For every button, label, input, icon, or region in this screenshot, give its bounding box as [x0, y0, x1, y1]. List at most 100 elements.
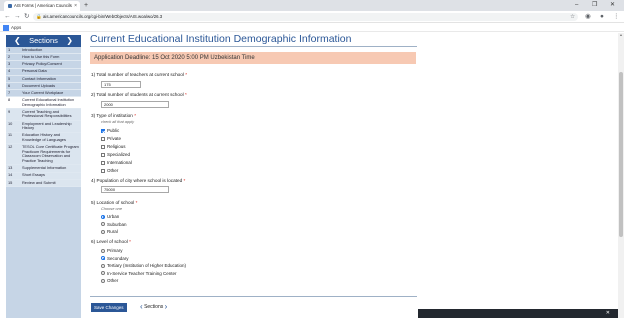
- sidebar-item-label: How to Use this Form: [22, 53, 60, 59]
- checkbox[interactable]: [101, 152, 105, 157]
- radio-button[interactable]: [101, 271, 105, 275]
- radio-button[interactable]: [101, 248, 105, 253]
- radio-button[interactable]: [101, 278, 105, 283]
- radio-button[interactable]: [101, 222, 105, 226]
- sidebar-item-number: 6: [8, 82, 11, 88]
- checkbox[interactable]: [101, 128, 105, 133]
- page-scrollbar-thumb[interactable]: [619, 72, 623, 237]
- sidebar-item-number: 10: [8, 120, 13, 126]
- footer-divider: [90, 296, 417, 297]
- institution-type-option[interactable]: Other: [101, 168, 118, 173]
- population-input[interactable]: 75000: [101, 186, 169, 193]
- institution-type-option-label: Religious: [107, 144, 126, 149]
- required-marker: *: [183, 178, 186, 183]
- address-bar[interactable]: 🔒 ais.americancouncils.org/cgi-bin/WebOb…: [33, 13, 578, 21]
- checkbox[interactable]: [101, 144, 105, 149]
- browser-tab-title: AIS Forms | American Councils: [14, 3, 72, 8]
- radio-button[interactable]: [101, 229, 105, 234]
- question-institution-type-label: 3) Type of institution: [91, 113, 133, 118]
- school-level-option-label: Other: [107, 278, 119, 283]
- sections-sidebar: ❮ Sections ❯ 1 Introduction 2 How to Use th…: [6, 35, 81, 318]
- apps-grid-icon[interactable]: [3, 25, 9, 31]
- checkbox[interactable]: [101, 136, 105, 141]
- sidebar-item-section-8[interactable]: 8 Current Educational Institution Demogra…: [6, 97, 81, 110]
- sections-prev-chevron-icon[interactable]: ❮: [14, 35, 21, 47]
- radio-button[interactable]: [101, 214, 105, 219]
- institution-type-hint: check all that apply: [101, 119, 135, 124]
- institution-type-option[interactable]: Religious: [101, 144, 126, 149]
- location-option-label: Rural: [107, 229, 118, 234]
- site-favicon-icon: [8, 4, 12, 8]
- sidebar-item-number: 5: [8, 75, 11, 81]
- deadline-banner: Application Deadline: 15 Oct 2020 5:00 P…: [90, 52, 416, 64]
- teachers-count-input[interactable]: 175: [101, 81, 141, 88]
- required-marker: *: [185, 72, 188, 77]
- sidebar-item-section-11[interactable]: 11 Education History and Knowledge of Lan…: [6, 132, 81, 145]
- next-section-chevron-icon[interactable]: ›: [165, 302, 168, 311]
- save-changes-button[interactable]: Save Changes: [91, 303, 127, 312]
- sidebar-item-section-9[interactable]: 9 Current Teaching and Professional Respo…: [6, 109, 81, 121]
- maximize-window-icon[interactable]: ❐: [592, 0, 597, 11]
- radio-button[interactable]: [101, 256, 105, 260]
- location-option[interactable]: Urban: [101, 214, 119, 219]
- sections-header: ❮ Sections ❯: [6, 35, 81, 47]
- close-tab-icon[interactable]: ×: [74, 1, 77, 11]
- close-window-icon[interactable]: ✕: [610, 0, 615, 11]
- institution-type-option[interactable]: International: [101, 160, 132, 165]
- extension-icon[interactable]: ◉: [585, 11, 591, 23]
- close-bar-icon[interactable]: ✕: [606, 309, 610, 318]
- sidebar-item-number: 11: [8, 132, 13, 138]
- browser-tab[interactable]: AIS Forms | American Councils ×: [4, 1, 80, 11]
- institution-type-option[interactable]: Private: [101, 136, 121, 141]
- sidebar-item-label: TESOL Core Certificate Program Practicum…: [22, 144, 79, 164]
- forward-arrow-icon[interactable]: →: [14, 11, 21, 23]
- location-option-label: Urban: [107, 214, 120, 219]
- page-title: Current Educational Institution Demograp…: [90, 33, 352, 45]
- school-level-option[interactable]: Other: [101, 278, 118, 283]
- school-level-option[interactable]: Secondary: [101, 256, 129, 261]
- question-school-level-label: 6) Level of school: [91, 239, 128, 244]
- radio-button[interactable]: [101, 263, 105, 268]
- institution-type-option[interactable]: Public: [101, 128, 119, 133]
- school-level-option[interactable]: Primary: [101, 248, 123, 253]
- sidebar-item-number: 7: [8, 89, 11, 95]
- previous-section-chevron-icon[interactable]: ‹: [140, 302, 143, 311]
- school-level-option[interactable]: In-Service Teacher Training Center: [101, 271, 176, 276]
- browser-menu-icon[interactable]: ⋮: [613, 11, 620, 23]
- sidebar-item-label: Short Essays: [22, 172, 45, 178]
- location-option[interactable]: Rural: [101, 229, 118, 234]
- school-level-option-label: Secondary: [107, 255, 129, 261]
- checkbox[interactable]: [101, 168, 105, 173]
- institution-type-option[interactable]: Specialized: [101, 152, 130, 157]
- location-option[interactable]: Suburban: [101, 222, 127, 227]
- sections-next-chevron-icon[interactable]: ❯: [66, 35, 73, 47]
- checkbox[interactable]: [101, 160, 105, 165]
- location-hint: Choose one: [101, 206, 122, 211]
- question-location-label: 5) Location of school: [91, 200, 135, 205]
- bookmark-star-icon[interactable]: ☆: [570, 13, 575, 21]
- required-marker: *: [135, 200, 138, 205]
- sidebar-item-label: Your Current Workplace: [22, 89, 64, 95]
- lock-icon: 🔒: [36, 14, 42, 19]
- question-students: 2) Total number of students at current s…: [91, 92, 187, 98]
- back-arrow-icon[interactable]: ←: [4, 11, 11, 23]
- address-url: ais.americancouncils.org/cgi-bin/WebObje…: [43, 14, 163, 19]
- sidebar-item-section-10[interactable]: 10 Employment and Leadership History: [6, 120, 81, 133]
- institution-type-option-label: Other: [107, 168, 119, 173]
- school-level-option[interactable]: Tertiary (Institution of Higher Educatio…: [101, 263, 186, 268]
- sidebar-item-section-15[interactable]: 15 Review and Submit: [6, 180, 81, 187]
- institution-type-option-label: Public: [107, 128, 120, 133]
- sidebar-item-number: 12: [8, 144, 13, 150]
- minimize-window-icon[interactable]: –: [575, 0, 578, 11]
- sidebar-item-number: 14: [8, 172, 13, 178]
- new-tab-button[interactable]: +: [84, 0, 88, 11]
- apps-bookmark-label[interactable]: Apps: [11, 23, 21, 32]
- sidebar-item-label: Introduction: [22, 46, 43, 52]
- sections-pager-label: Sections: [144, 304, 164, 310]
- scroll-up-arrow-icon[interactable]: ▲: [618, 33, 624, 38]
- reload-icon[interactable]: ↻: [24, 11, 29, 23]
- sidebar-item-number: 8: [8, 97, 11, 103]
- sidebar-item-section-12[interactable]: 12 TESOL Core Certificate Program Practic…: [6, 144, 81, 166]
- profile-avatar-icon[interactable]: ●: [600, 11, 604, 23]
- students-count-input[interactable]: 2000: [101, 101, 169, 108]
